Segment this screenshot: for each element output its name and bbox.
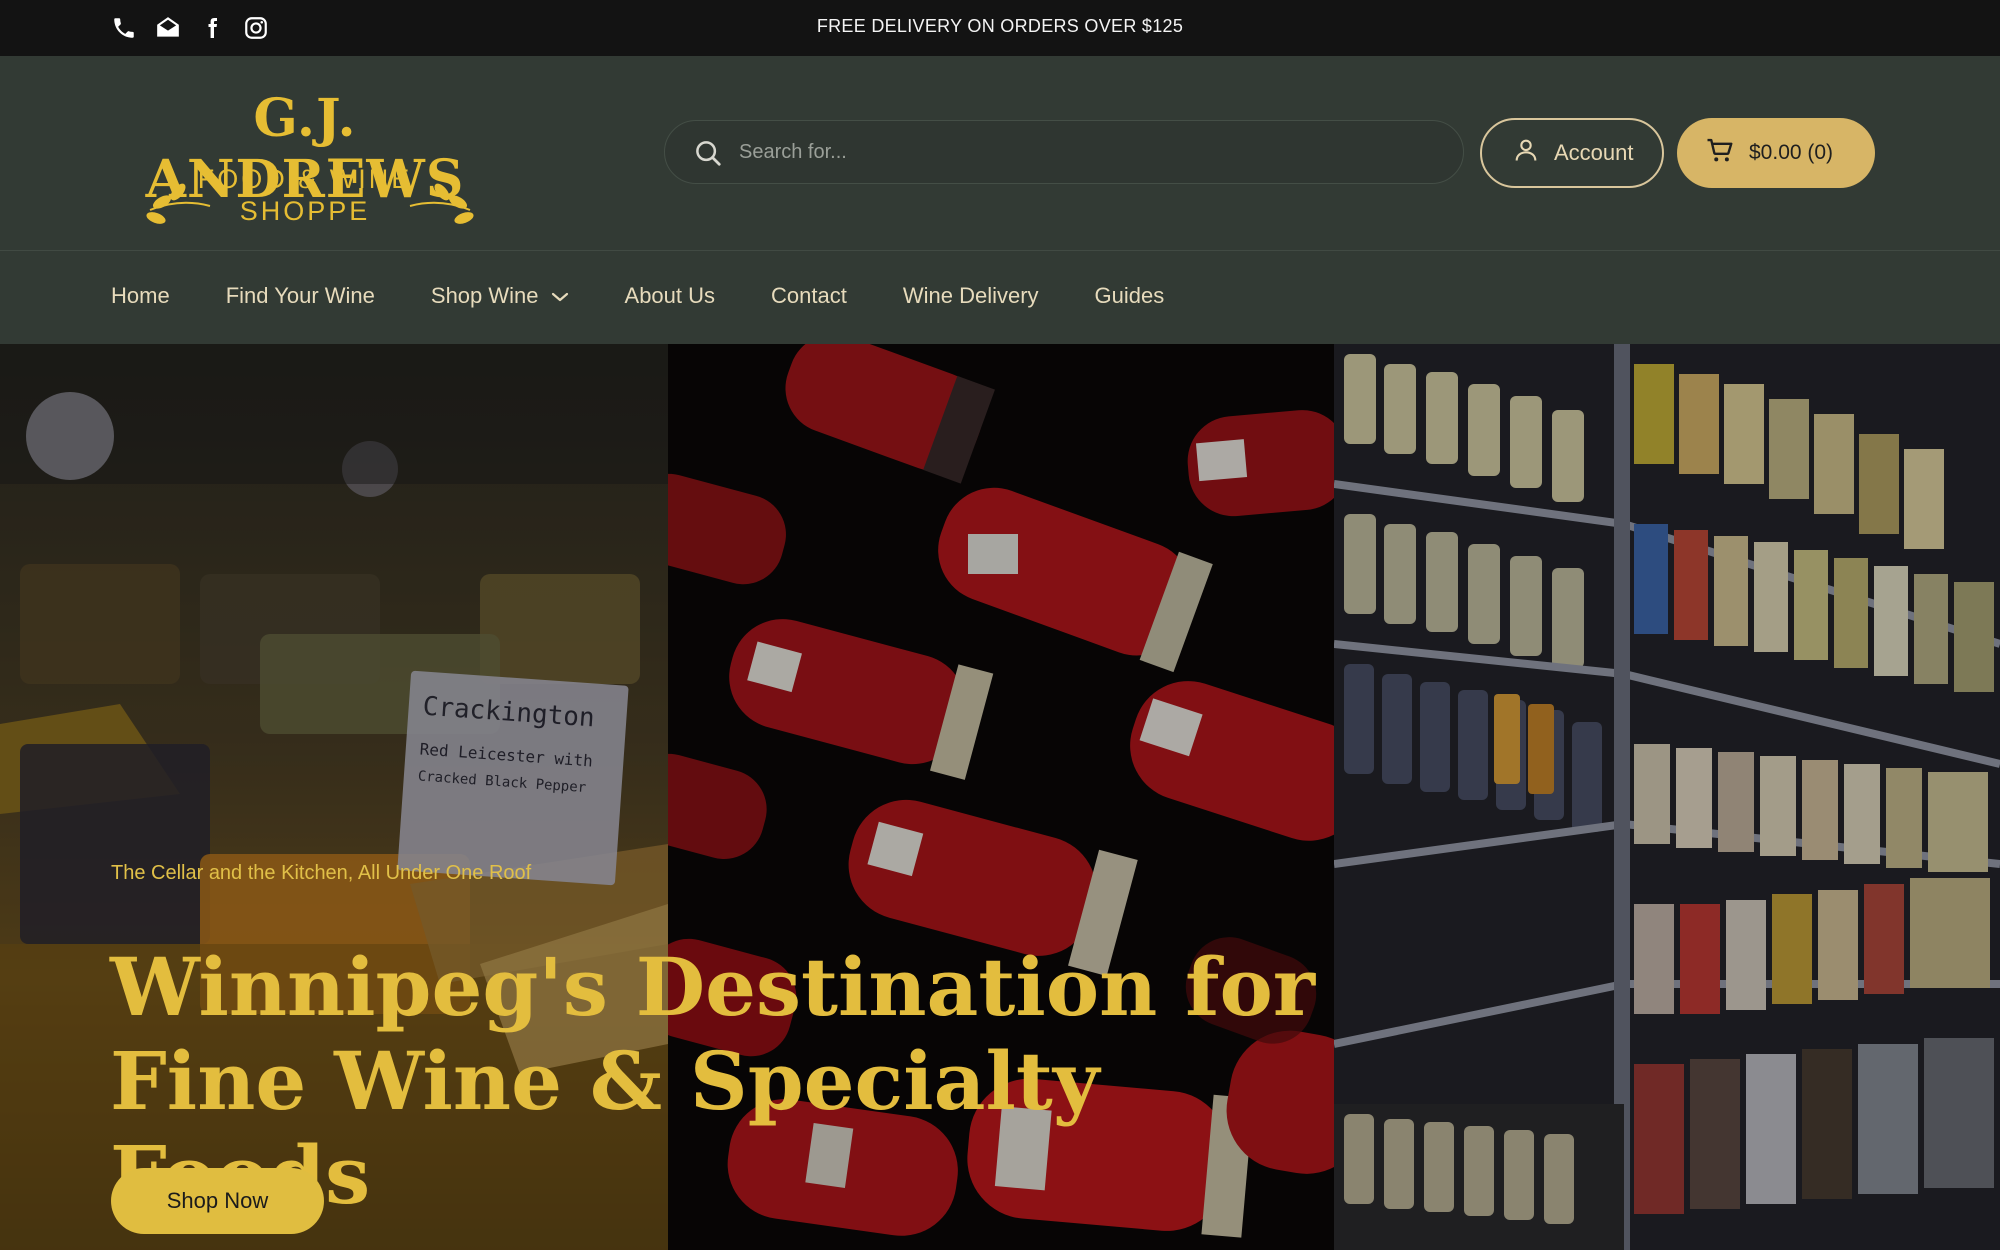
nav-guides[interactable]: Guides (1095, 283, 1165, 309)
logo-subtitle-line1: FOOD & WINE (197, 164, 413, 194)
cart-icon (1705, 135, 1735, 171)
chevron-down-icon (551, 283, 569, 309)
nav-contact[interactable]: Contact (771, 283, 847, 309)
nav-shop-wine-label: Shop Wine (430, 283, 539, 308)
nav-home[interactable]: Home (111, 283, 170, 309)
nav-wine-delivery[interactable]: Wine Delivery (903, 283, 1039, 309)
hero-banner: Crackington Red Leicester with Cracked B… (0, 344, 2000, 1250)
hero-tagline: The Cellar and the Kitchen, All Under On… (111, 862, 532, 884)
main-navigation: Home Find Your Wine Shop Wine About Us C… (0, 251, 2000, 344)
nav-shop-wine[interactable]: Shop Wine (431, 283, 569, 309)
site-header: G.J. ANDREWS FOOD & WINE SHOPPE Account … (0, 56, 2000, 251)
shop-now-button[interactable]: Shop Now (111, 1168, 324, 1234)
account-button[interactable]: Account (1480, 118, 1664, 188)
announcement-bar: FREE DELIVERY ON ORDERS OVER $125 (0, 0, 2000, 56)
user-icon (1512, 136, 1540, 170)
search-input[interactable] (739, 121, 1439, 183)
search-icon[interactable] (693, 138, 723, 168)
nav-find-your-wine[interactable]: Find Your Wine (226, 283, 375, 309)
nav-about-us[interactable]: About Us (625, 283, 716, 309)
search-bar (664, 120, 1464, 184)
logo-subtitle-line2: SHOPPE (239, 196, 371, 226)
account-label: Account (1554, 140, 1634, 165)
cart-total: $0.00 (0) (1749, 141, 1834, 164)
store-logo[interactable]: G.J. ANDREWS FOOD & WINE SHOPPE (110, 78, 500, 228)
cart-button[interactable]: $0.00 (0) (1677, 118, 1875, 188)
free-delivery-notice: FREE DELIVERY ON ORDERS OVER $125 (816, 16, 1184, 36)
